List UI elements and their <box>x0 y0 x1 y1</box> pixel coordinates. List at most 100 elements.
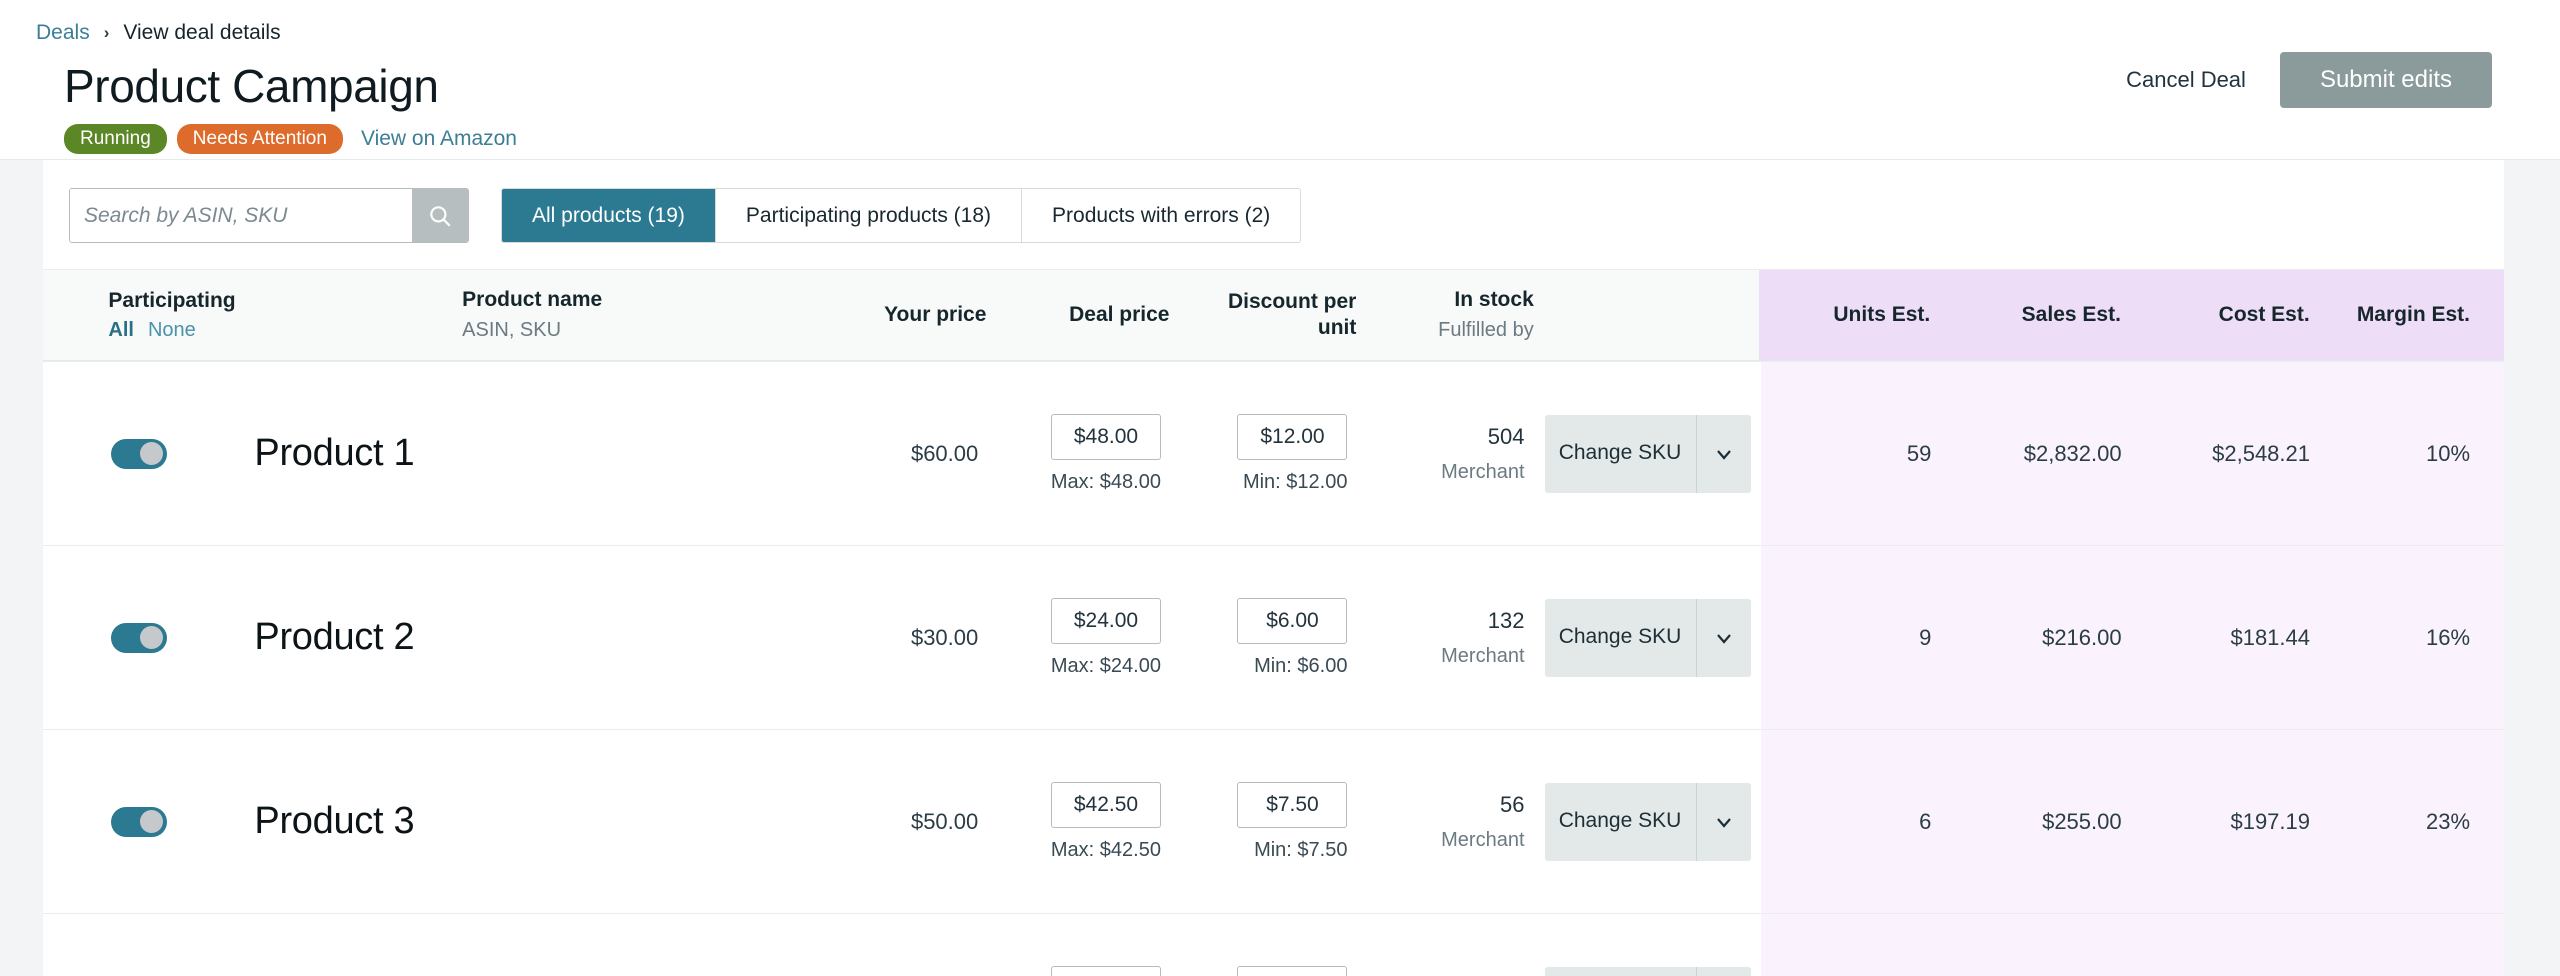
products-card: All products (19) Participating products… <box>43 160 2504 976</box>
row-change-sku-cell: Change SKU <box>1535 546 1761 729</box>
th-units-est: Units Est. <box>1759 270 1941 360</box>
deal-price-hint: Max: $48.00 <box>1050 470 1161 493</box>
search-input[interactable] <box>70 189 412 242</box>
change-sku-label: Change SKU <box>1545 598 1697 677</box>
fulfilled-by-value: Merchant <box>1441 460 1525 483</box>
row-product-name-cell: Product 3 <box>236 730 805 913</box>
your-price: $30.00 <box>910 624 979 650</box>
row-in-stock-cell: 132 Merchant <box>1357 546 1534 729</box>
search-box <box>69 188 469 243</box>
margin-est: 16% <box>2425 624 2471 650</box>
th-sales-est-label: Sales Est. <box>2021 302 2121 326</box>
chevron-down-icon <box>1712 626 1736 650</box>
row-margin-est-cell: 16% <box>2320 546 2504 729</box>
products-toolbar: All products (19) Participating products… <box>43 160 2504 269</box>
th-discount-per-unit: Discount per unit <box>1179 270 1366 360</box>
tab-all-products[interactable]: All products (19) <box>502 189 716 242</box>
change-sku-dropdown-toggle[interactable] <box>1697 599 1751 677</box>
th-product-name: Product name ASIN, SKU <box>243 270 813 360</box>
select-all-link[interactable]: All <box>108 319 134 342</box>
change-sku-dropdown-toggle[interactable] <box>1697 967 1751 976</box>
row-margin-est-cell: 61% <box>2320 914 2504 976</box>
product-name: Product 2 <box>254 616 415 658</box>
th-margin-est: Margin Est. <box>2319 270 2504 360</box>
row-in-stock-cell: 504 Merchant <box>1357 362 1534 545</box>
th-in-stock-label: In stock <box>1454 288 1534 312</box>
chevron-down-icon <box>1712 810 1736 834</box>
tab-products-with-errors[interactable]: Products with errors (2) <box>1022 189 1301 242</box>
row-units-est-cell: 9 <box>1760 546 1942 729</box>
toggle-knob <box>140 626 163 649</box>
discount-input[interactable] <box>1237 413 1348 460</box>
submit-edits-button[interactable]: Submit edits <box>2279 52 2492 108</box>
participating-toggle[interactable] <box>111 622 167 653</box>
select-none-link[interactable]: None <box>148 319 196 342</box>
in-stock-count: 132 <box>1487 607 1525 633</box>
deal-details-page: Deals › View deal details Product Campai… <box>0 0 2560 976</box>
row-cost-est-cell: $2,548.21 <box>2131 362 2320 545</box>
th-participating-label: Participating <box>108 288 236 312</box>
badge-row: Running Needs Attention View on Amazon <box>64 123 2560 154</box>
chevron-down-icon <box>1712 442 1736 466</box>
table-row: Product 1 $60.00 Max: $48.00 <box>43 361 2504 545</box>
deal-price-input[interactable] <box>1050 597 1161 644</box>
tab-participating-products[interactable]: Participating products (18) <box>715 189 1023 242</box>
row-sales-est-cell: $255.00 <box>1941 730 2132 913</box>
th-change-sku <box>1544 270 1759 360</box>
deal-price-hint: Max: $42.50 <box>1050 838 1161 861</box>
cancel-deal-button[interactable]: Cancel Deal <box>2126 67 2246 93</box>
search-button[interactable] <box>412 189 468 242</box>
margin-est: 23% <box>2425 808 2471 834</box>
participating-toggle[interactable] <box>111 806 167 837</box>
row-product-name-cell: Product 4 <box>236 914 805 976</box>
row-your-price-cell: $60.00 <box>806 362 989 545</box>
discount-input[interactable] <box>1237 597 1348 644</box>
products-table: Participating All None Product name ASIN… <box>43 269 2504 976</box>
deal-price-input[interactable] <box>1050 413 1161 460</box>
row-cost-est-cell: $530.37 <box>2131 914 2320 976</box>
breadcrumb-link-deals[interactable]: Deals <box>36 22 90 43</box>
change-sku-label: Change SKU <box>1545 414 1697 493</box>
th-deal-price-label: Deal price <box>1069 302 1170 326</box>
deal-price-input[interactable] <box>1050 965 1161 976</box>
cost-est: $181.44 <box>2230 624 2310 650</box>
table-header-row: Participating All None Product name ASIN… <box>43 269 2504 361</box>
th-product-name-label: Product name <box>462 288 603 312</box>
deal-price-input[interactable] <box>1050 781 1161 828</box>
units-est: 59 <box>1906 440 1932 466</box>
discount-input[interactable] <box>1237 965 1348 976</box>
change-sku-button[interactable]: Change SKU <box>1544 414 1751 493</box>
your-price: $50.00 <box>910 808 979 834</box>
participating-toggle[interactable] <box>111 438 167 469</box>
th-in-stock: In stock Fulfilled by <box>1366 270 1543 360</box>
toggle-knob <box>140 810 163 833</box>
th-participating: Participating All None <box>43 270 243 360</box>
change-sku-label: Change SKU <box>1545 966 1697 976</box>
row-product-name-cell: Product 2 <box>236 546 805 729</box>
row-discount-cell: Min: $7.50 <box>1171 730 1358 913</box>
th-discount-per-unit-label: Discount per unit <box>1228 289 1357 339</box>
row-in-stock-cell: 87 Merchant <box>1357 914 1534 976</box>
row-change-sku-cell: Change SKU <box>1535 914 1761 976</box>
row-your-price-cell: $30.00 <box>806 546 989 729</box>
row-sales-est-cell: $2,832.00 <box>1941 362 2132 545</box>
discount-hint: Min: $12.00 <box>1242 470 1348 493</box>
change-sku-button[interactable]: Change SKU <box>1544 782 1751 861</box>
discount-input[interactable] <box>1237 781 1348 828</box>
discount-hint: Min: $7.50 <box>1254 838 1348 861</box>
cost-est: $2,548.21 <box>2212 440 2310 466</box>
th-deal-price: Deal price <box>996 270 1179 360</box>
units-est: 6 <box>1919 808 1932 834</box>
change-sku-dropdown-toggle[interactable] <box>1697 783 1751 861</box>
row-product-name-cell: Product 1 <box>236 362 805 545</box>
view-on-amazon-link[interactable]: View on Amazon <box>361 127 517 151</box>
cost-est: $197.19 <box>2230 808 2310 834</box>
row-deal-price-cell: Max: $42.50 <box>988 730 1171 913</box>
change-sku-button[interactable]: Change SKU <box>1544 966 1751 976</box>
th-cost-est: Cost Est. <box>2130 270 2320 360</box>
change-sku-button[interactable]: Change SKU <box>1544 598 1751 677</box>
change-sku-label: Change SKU <box>1545 782 1697 861</box>
search-icon <box>427 203 453 229</box>
row-deal-price-cell: Max: $24.00 <box>988 546 1171 729</box>
change-sku-dropdown-toggle[interactable] <box>1697 415 1751 493</box>
